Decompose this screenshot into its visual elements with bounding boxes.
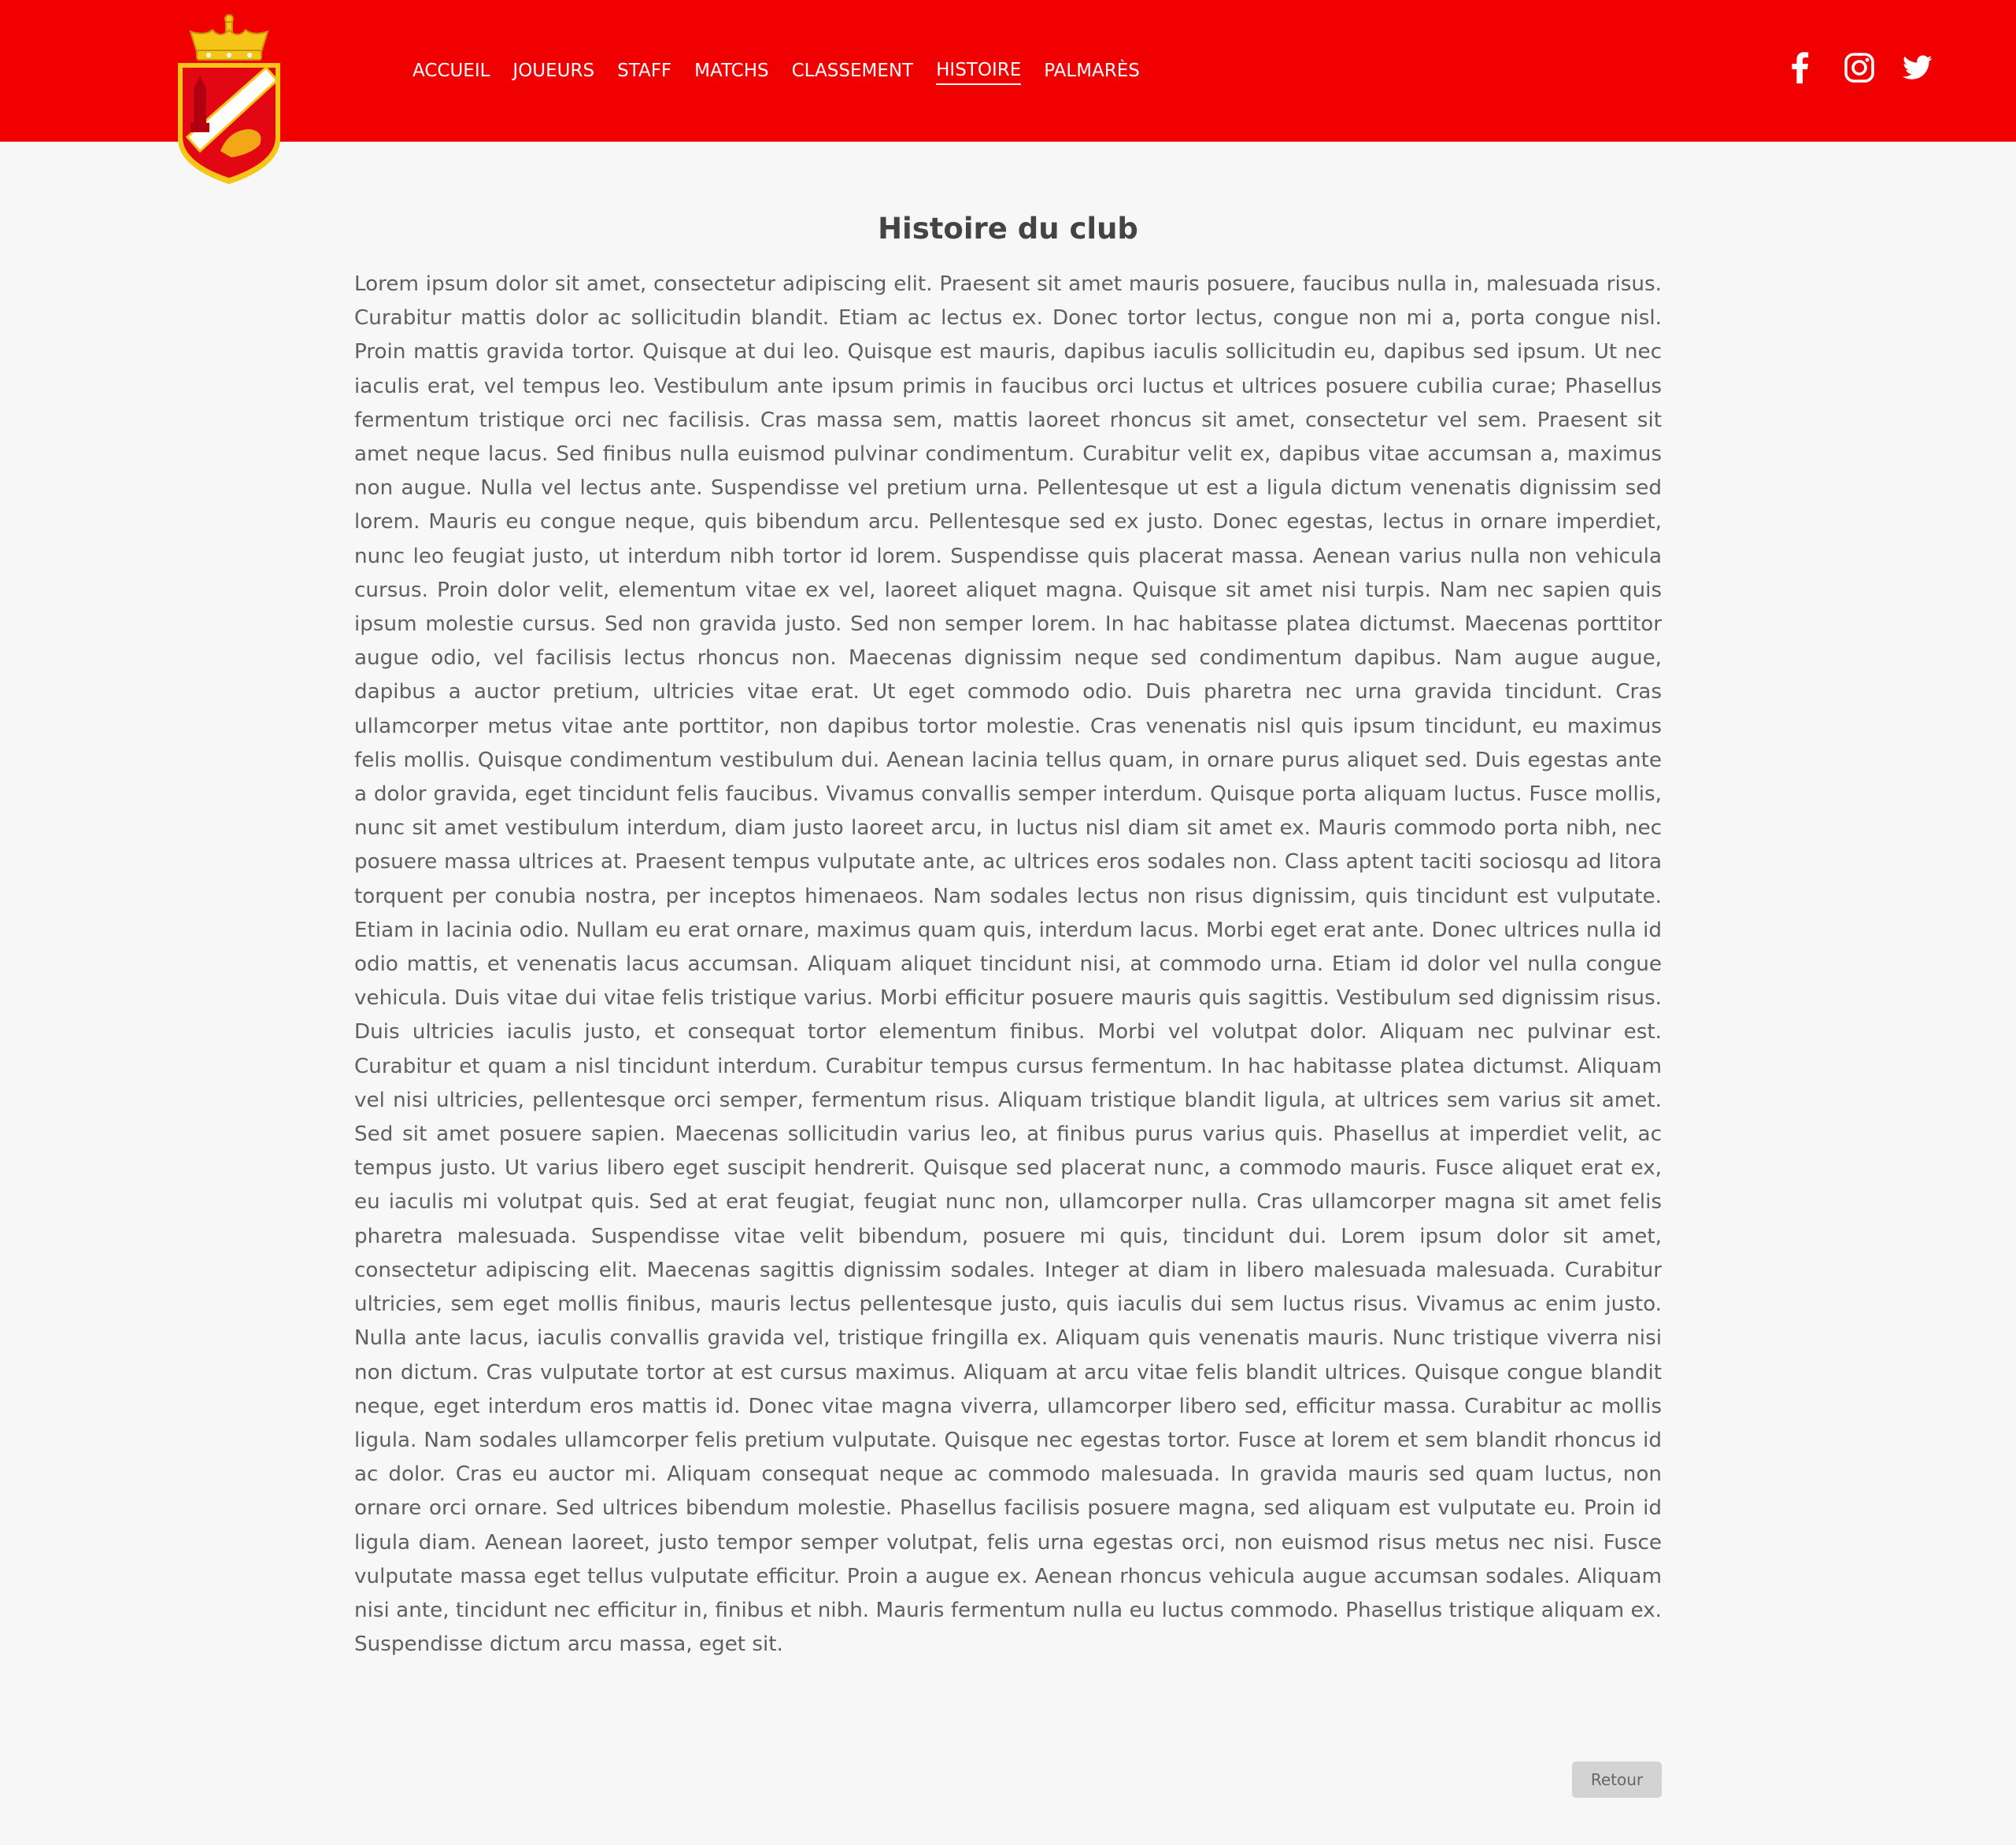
page-title: Histoire du club — [878, 212, 1138, 246]
facebook-icon — [1792, 52, 1809, 83]
site-header: ACCUEIL JOUEURS STAFF MATCHS CLASSEMENT … — [0, 0, 2016, 184]
club-crest-icon — [178, 14, 280, 184]
main-content: Histoire du club Lorem ipsum dolor sit a… — [354, 205, 1662, 1662]
instagram-icon-link[interactable] — [1842, 46, 1877, 90]
twitter-icon-link[interactable] — [1900, 46, 1935, 90]
facebook-icon-link[interactable] — [1782, 46, 1817, 90]
social-links — [0, 46, 2016, 90]
history-text: Lorem ipsum dolor sit amet, consectetur … — [354, 272, 1662, 1657]
club-logo[interactable] — [173, 13, 285, 186]
twitter-icon — [1903, 55, 1933, 79]
instagram-icon — [1844, 53, 1874, 83]
back-button[interactable]: Retour — [1572, 1762, 1662, 1798]
